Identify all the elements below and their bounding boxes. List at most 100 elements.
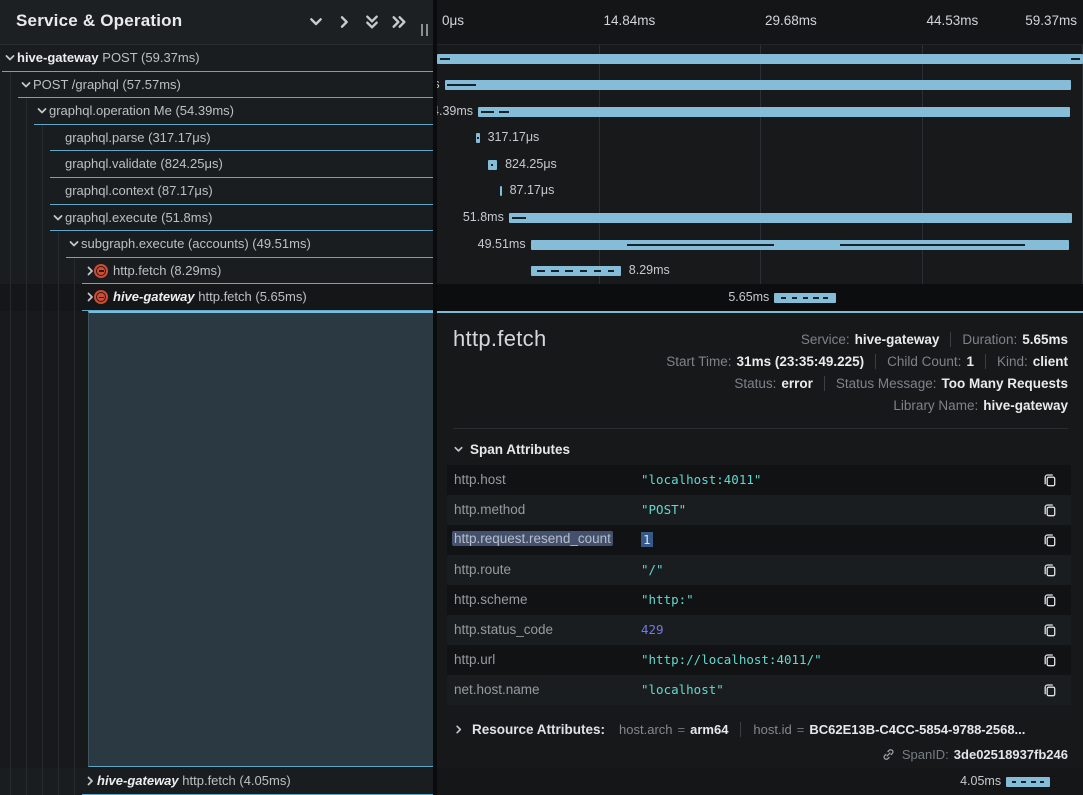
tree-header: Service & Operation [0,0,433,45]
meta-line: Library Name:hive-gateway [666,394,1068,416]
indent-guide [74,258,75,285]
indent-guide [74,311,75,795]
copy-icon[interactable] [1042,682,1058,698]
timeline-row[interactable]: 59.37ms [437,45,1083,72]
timeline-row[interactable]: 4.05ms [437,768,1083,795]
attribute-key: http.scheme [454,592,528,607]
span-attributes-header[interactable]: Span Attributes [453,442,570,457]
duration-label: 54.39ms [437,104,473,118]
tree-row[interactable]: hive-gateway http.fetch (5.65ms) [0,284,433,311]
expand-all-icon[interactable] [391,14,407,30]
meta-line: Service:hive-gatewayDuration:5.65ms [666,328,1068,350]
copy-icon[interactable] [1042,502,1058,518]
meta-value: 31ms (23:35:49.225) [737,354,865,369]
resource-attributes-header[interactable]: Resource Attributes: host.arch=arm64host… [453,716,1068,742]
timeline-row[interactable]: 57.57ms [437,72,1083,99]
span-bar[interactable] [437,54,1083,64]
span-bar[interactable] [500,186,502,196]
chevron-down-icon[interactable] [52,212,64,224]
expand-one-icon[interactable] [336,14,352,30]
child-span-mark [491,164,493,166]
indent-guide [74,284,75,311]
link-icon[interactable] [881,747,896,762]
child-span-mark [1040,781,1044,783]
tree-row[interactable]: graphql.context (87.17μs) [0,178,433,205]
chevron-right-icon[interactable] [84,775,96,787]
collapse-one-icon[interactable] [308,14,324,30]
timeline-row[interactable]: 54.39ms [437,98,1083,125]
tree-row[interactable]: graphql.validate (824.25μs) [0,151,433,178]
timeline-row[interactable]: 87.17μs [437,178,1083,205]
tree-row[interactable]: http.fetch (8.29ms) [0,258,433,285]
indent-guide [42,125,43,152]
timeline-row[interactable]: 51.8ms [437,205,1083,232]
child-span-mark [792,297,797,299]
duration-label: 317.17μs [488,130,540,144]
tree-row[interactable]: graphql.execute (51.8ms) [0,205,433,232]
span-tree-panel: Service & Operation hive-gateway POST (5… [0,0,433,795]
copy-icon[interactable] [1042,592,1058,608]
indent-guide [10,178,11,205]
collapse-all-icon[interactable] [364,14,380,30]
axis-tick-label: 14.84ms [604,13,656,28]
indent-guide [10,151,11,178]
chevron-down-icon[interactable] [68,238,80,250]
child-span-mark [823,297,827,299]
copy-icon[interactable] [1042,562,1058,578]
indent-guide [10,231,11,258]
indent-guide [42,768,43,795]
indent-guide [26,125,27,152]
span-label: http.fetch (8.29ms) [113,263,221,278]
attribute-row: net.host.name"localhost" [447,675,1071,705]
span-label: POST /graphql (57.57ms) [33,77,181,92]
tree-row[interactable]: graphql.operation Me (54.39ms) [0,98,433,125]
attribute-row: http.request.resend_count1 [447,525,1071,555]
timeline-row[interactable]: 8.29ms [437,258,1083,285]
indent-guide [58,311,59,795]
indent-guide [26,98,27,125]
attribute-value: "localhost:4011" [641,472,761,487]
chevron-down-icon[interactable] [36,105,48,117]
indent-guide [10,72,11,99]
tree-row[interactable]: subgraph.execute (accounts) (49.51ms) [0,231,433,258]
copy-icon[interactable] [1042,532,1058,548]
indent-guide [26,178,27,205]
chevron-down-icon[interactable] [4,52,16,64]
child-span-mark [781,297,786,299]
copy-icon[interactable] [1042,652,1058,668]
child-span-mark [477,137,479,139]
timeline-row[interactable]: 49.51ms [437,231,1083,258]
tree-row[interactable]: hive-gateway POST (59.37ms) [0,45,433,72]
resource-key: host.arch [619,722,672,737]
indent-guide [42,231,43,258]
child-span-mark [537,270,545,272]
timeline-row[interactable]: 317.17μs [437,125,1083,152]
attribute-key: http.host [454,472,506,487]
attribute-value: 429 [641,622,664,637]
indent-guide [58,768,59,795]
indent-guide [58,284,59,311]
span-bar[interactable] [509,213,1073,223]
tree-row[interactable]: graphql.parse (317.17μs) [0,125,433,152]
copy-icon[interactable] [1042,472,1058,488]
chevron-down-icon[interactable] [20,79,32,91]
timeline-row[interactable]: 5.65ms [437,284,1083,311]
resource-value: BC62E13B-C4CC-5854-9788-2568... [809,722,1025,737]
span-attributes-table: http.host"localhost:4011"http.method"POS… [447,465,1071,705]
child-span-mark [440,58,450,60]
span-bar[interactable] [445,80,1071,90]
tree-row[interactable]: hive-gateway http.fetch (4.05ms) [0,768,433,795]
duration-label: 824.25μs [505,157,557,171]
duration-label: 8.29ms [629,263,670,277]
timeline-row[interactable]: 824.25μs [437,151,1083,178]
span-bar[interactable] [478,107,1070,117]
meta-value: 1 [966,354,974,369]
duration-label: 4.05ms [960,774,1001,788]
meta-line: Status:errorStatus Message:Too Many Requ… [666,372,1068,394]
tree-row[interactable]: POST /graphql (57.57ms) [0,72,433,99]
splitter-drag-handle[interactable] [419,24,429,36]
timeline-bottom-row: 4.05ms [437,768,1083,795]
copy-icon[interactable] [1042,622,1058,638]
span-label: hive-gateway http.fetch (4.05ms) [97,773,291,788]
attribute-key: http.method [454,502,525,517]
